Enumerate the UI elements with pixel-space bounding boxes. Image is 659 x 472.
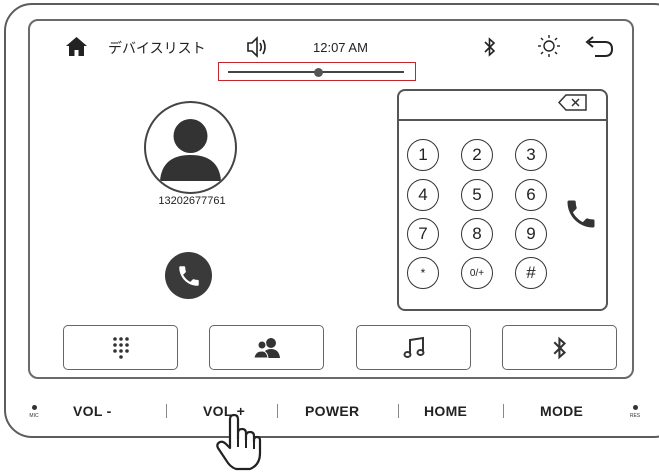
dialpad-key-star[interactable]: * (407, 257, 439, 289)
contact-phone-number: 13202677761 (158, 195, 226, 207)
dialpad-key-7[interactable]: 7 (407, 218, 439, 250)
separator (166, 404, 167, 418)
tab-contacts[interactable] (209, 325, 324, 370)
contacts-icon (252, 337, 280, 358)
brightness-icon[interactable] (537, 34, 561, 58)
bluetooth-icon[interactable] (483, 36, 497, 58)
device-list-title[interactable]: デバイスリスト (108, 38, 206, 58)
keypad-icon (112, 336, 129, 359)
home-button[interactable]: HOME (424, 403, 467, 419)
separator (398, 404, 399, 418)
call-button[interactable] (165, 252, 212, 299)
tab-bluetooth[interactable] (502, 325, 617, 370)
mode-button[interactable]: MODE (540, 403, 583, 419)
dialpad-key-4[interactable]: 4 (407, 179, 439, 211)
dialpad-key-6[interactable]: 6 (515, 179, 547, 211)
person-icon (160, 119, 221, 181)
volume-slider-knob[interactable] (314, 68, 324, 77)
pointing-hand-icon (216, 413, 262, 471)
dialpad-key-3[interactable]: 3 (515, 139, 547, 171)
clock: 12:07 AM (313, 40, 368, 55)
separator (277, 404, 278, 418)
speaker-icon[interactable] (246, 36, 268, 58)
dialpad-key-1[interactable]: 1 (407, 139, 439, 171)
music-note-icon (403, 336, 424, 358)
dialpad-key-hash[interactable]: # (515, 257, 547, 289)
separator (503, 404, 504, 418)
mic-hole (32, 405, 37, 410)
dialpad-call-icon[interactable] (563, 196, 599, 232)
dialpad-display-divider (399, 119, 606, 121)
back-arrow-icon[interactable] (583, 35, 615, 59)
mic-label: MIC (29, 413, 39, 419)
phone-icon (178, 265, 199, 286)
dialpad-key-8[interactable]: 8 (461, 218, 493, 250)
tab-dialpad[interactable] (63, 325, 178, 370)
dialpad-key-2[interactable]: 2 (461, 139, 493, 171)
avatar (144, 101, 237, 194)
dialpad-key-9[interactable]: 9 (515, 218, 547, 250)
backspace-icon[interactable] (558, 94, 588, 111)
bluetooth-icon (553, 336, 566, 359)
vol-minus-button[interactable]: VOL - (73, 403, 112, 419)
dialpad-key-5[interactable]: 5 (461, 179, 493, 211)
reset-label: RES (629, 413, 641, 419)
home-icon[interactable] (66, 37, 87, 56)
dialpad-key-zero-plus[interactable]: 0/+ (461, 257, 493, 289)
reset-hole (633, 405, 638, 410)
power-button[interactable]: POWER (305, 403, 359, 419)
tab-music[interactable] (356, 325, 471, 370)
